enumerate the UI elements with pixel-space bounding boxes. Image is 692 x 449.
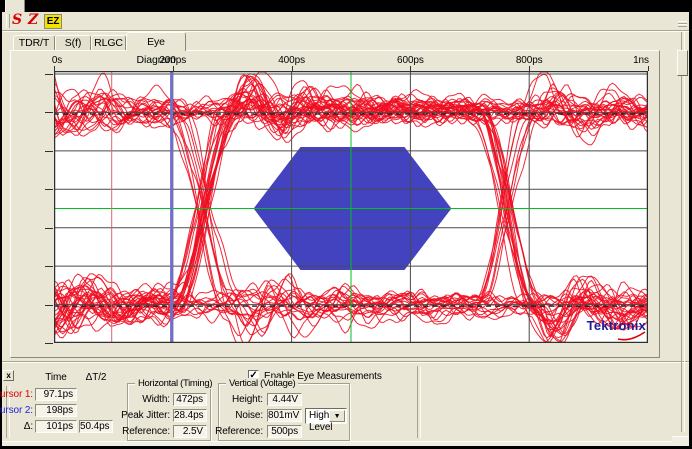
- cursor-2-label: Cursor 2:: [0, 405, 33, 417]
- cursor-2-time-field[interactable]: 198ps: [35, 404, 77, 417]
- timing-reference-field[interactable]: 2.5V: [173, 425, 207, 438]
- logo-z-icon: Z: [28, 13, 38, 28]
- close-measurements-button[interactable]: x: [3, 370, 14, 381]
- x-tick-mark: [54, 66, 55, 71]
- toolbar-strip: S Z EZ: [2, 12, 689, 30]
- x-tick-label: 600ps: [397, 55, 424, 66]
- voltage-reference-label: Reference:: [215, 426, 263, 438]
- horizontal-timing-title: Horizontal (Timing): [135, 378, 215, 389]
- x-tick-mark: [292, 66, 293, 71]
- time-column-header: Time: [35, 372, 77, 383]
- y-tick-mark: [45, 74, 53, 75]
- cursor-1-time-field[interactable]: 97.1ps: [35, 388, 77, 401]
- height-field[interactable]: 4.44V: [267, 393, 302, 406]
- delta-label: Δ:: [24, 421, 33, 433]
- toolbar-grip[interactable]: [6, 14, 10, 28]
- y-tick-mark: [45, 266, 53, 267]
- logo-s-icon: S: [12, 13, 22, 28]
- toolbar-separator: [2, 30, 689, 32]
- eye-diagram-plot[interactable]: [54, 71, 648, 343]
- dropdown-arrow-icon[interactable]: ▼: [329, 410, 345, 422]
- tab-s-f[interactable]: S(f): [55, 35, 91, 50]
- peak-jitter-field[interactable]: 28.4ps: [173, 409, 207, 422]
- vertical-voltage-title: Vertical (Voltage): [226, 378, 298, 389]
- x-tick-label: 1ns: [633, 55, 649, 66]
- x-tick-mark: [410, 66, 411, 71]
- bottom-gutter: [2, 441, 689, 446]
- peak-jitter-label: Peak Jitter:: [121, 410, 170, 422]
- x-tick-label: 0s: [52, 55, 62, 66]
- tab-eye-diagram[interactable]: Eye Diagram: [126, 32, 186, 51]
- x-tick-mark: [648, 66, 649, 71]
- y-tick-mark: [45, 343, 53, 344]
- logo-ez-icon: EZ: [44, 14, 62, 29]
- y-tick-mark: [45, 189, 53, 190]
- width-label: Width:: [142, 394, 170, 406]
- y-tick-mark: [45, 305, 53, 306]
- cursor-1-label: Cursor 1:: [0, 389, 33, 401]
- x-tick-label: 400ps: [278, 55, 305, 66]
- height-label: Height:: [232, 394, 263, 406]
- vertical-scrollbar-thumb[interactable]: [677, 50, 688, 76]
- timing-reference-label: Reference:: [122, 426, 170, 438]
- voltage-reference-field[interactable]: 500ps: [267, 425, 302, 438]
- eye-diagram-canvas[interactable]: [54, 71, 648, 343]
- noise-field[interactable]: 801mV: [267, 409, 302, 422]
- application-window: S Z EZ TDR/T S(f) RLGC Eye Diagram 0s200…: [0, 0, 692, 449]
- width-field[interactable]: 472ps: [173, 393, 207, 406]
- dt2-column-header: ΔT/2: [79, 372, 113, 383]
- tab-rlgc[interactable]: RLGC: [91, 35, 126, 50]
- y-tick-mark: [45, 151, 53, 152]
- tab-tdr-t[interactable]: TDR/T: [13, 35, 55, 50]
- x-tick-label: 800ps: [516, 55, 543, 66]
- noise-level-dropdown[interactable]: High Level ▼: [305, 408, 347, 424]
- scrollbar-grip[interactable]: [676, 18, 689, 29]
- delta-time-field[interactable]: 101ps: [35, 420, 77, 433]
- window-corner-fragment: [5, 0, 25, 12]
- y-tick-mark: [45, 112, 53, 113]
- delta-half-field[interactable]: 50.4ps: [79, 420, 113, 433]
- measurement-bar-divider: [417, 366, 421, 438]
- tektronix-swoosh-icon: [616, 330, 648, 342]
- noise-label: Noise:: [235, 410, 263, 422]
- y-tick-mark: [45, 228, 53, 229]
- bottom-right-gutter: [672, 436, 689, 442]
- vertical-scrollbar-track[interactable]: [681, 32, 685, 432]
- x-tick-mark: [529, 66, 530, 71]
